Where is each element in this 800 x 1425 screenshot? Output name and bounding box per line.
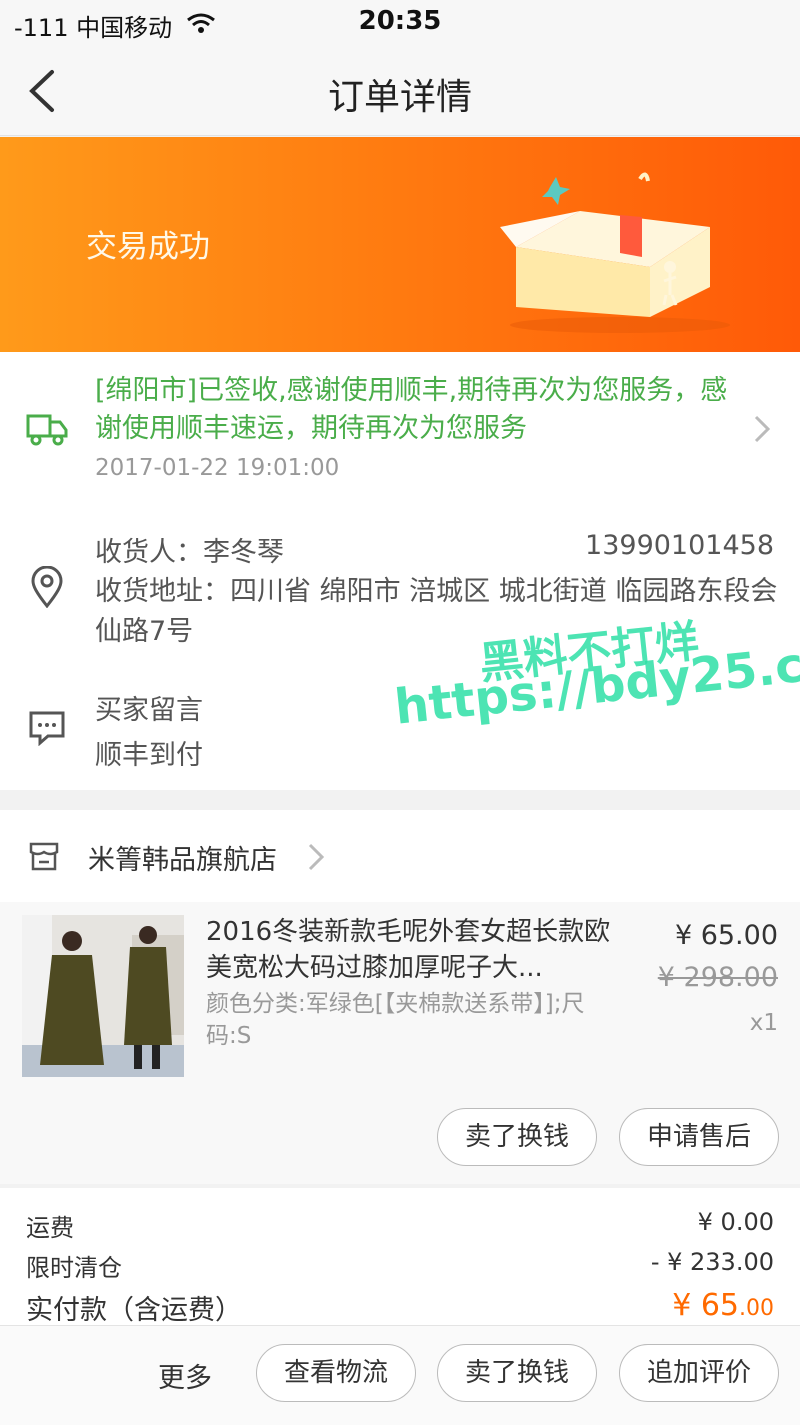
paid-value-cents: .00	[739, 1296, 774, 1321]
package-box-illustration	[500, 172, 730, 333]
product-photo	[22, 915, 184, 1077]
logistics-card[interactable]: [绵阳市]已签收,感谢使用顺丰,期待再次为您服务，感谢使用顺丰速运，期待再次为您…	[0, 352, 800, 506]
store-name: 米箐韩品旗航店	[88, 845, 277, 876]
discount-value: - ¥ 233.00	[650, 1248, 774, 1276]
discount-label: 限时清仓	[26, 1254, 122, 1282]
clock: 20:35	[358, 6, 442, 36]
add-review-button[interactable]: 追加评价	[619, 1344, 779, 1402]
logistics-time: 2017-01-22 19:01:00	[95, 455, 340, 481]
location-pin-icon	[31, 566, 63, 608]
product-item[interactable]: 2016冬装新款毛呢外套女超长款欧美宽松大码过膝加厚呢子大... 颜色分类:军绿…	[0, 902, 800, 1184]
payment-summary: 运费 ¥ 0.00 限时清仓 - ¥ 233.00 实付款（含运费） ¥ 65.…	[0, 1188, 800, 1326]
sell-for-cash-bottom-button[interactable]: 卖了换钱	[437, 1344, 597, 1402]
chevron-right-icon	[308, 843, 325, 871]
paid-value: ¥ 65.00	[672, 1288, 774, 1323]
logistics-message: [绵阳市]已签收,感谢使用顺丰,期待再次为您服务，感谢使用顺丰速运，期待再次为您…	[95, 375, 728, 444]
product-title: 2016冬装新款毛呢外套女超长款欧美宽松大码过膝加厚呢子大...	[206, 917, 611, 983]
product-thumbnail[interactable]	[22, 915, 184, 1077]
order-status-banner: 交易成功	[0, 137, 800, 352]
sell-for-cash-button[interactable]: 卖了换钱	[437, 1108, 597, 1166]
status-bar: -111 中国移动 20:35	[0, 0, 800, 46]
recipient-name: 收货人：李冬琴	[95, 537, 284, 568]
truck-icon	[26, 414, 68, 446]
nav-bar: 订单详情	[0, 46, 800, 136]
paid-label: 实付款（含运费）	[26, 1295, 242, 1326]
buyer-message-label: 买家留言	[95, 695, 203, 726]
paid-value-main: ¥ 65	[672, 1288, 739, 1323]
chevron-right-icon	[754, 415, 771, 443]
recipient-phone: 13990101458	[585, 530, 774, 561]
request-after-sales-button[interactable]: 申请售后	[619, 1108, 779, 1166]
view-logistics-button[interactable]: 查看物流	[256, 1344, 416, 1402]
buyer-message-value: 顺丰到付	[95, 740, 203, 771]
product-original-price: ¥ 298.00	[657, 962, 778, 993]
shipping-value: ¥ 0.00	[697, 1208, 774, 1236]
bottom-action-bar: 更多 查看物流 卖了换钱 追加评价	[0, 1325, 800, 1425]
product-price: ¥ 65.00	[674, 920, 778, 951]
shipping-label: 运费	[26, 1214, 74, 1242]
product-spec: 颜色分类:军绿色[【夹棉款送系带】];尺码:S	[206, 991, 585, 1049]
chat-bubble-icon	[29, 711, 65, 746]
shop-icon	[29, 842, 59, 871]
more-button[interactable]: 更多	[158, 1356, 212, 1395]
order-status-text: 交易成功	[86, 229, 210, 265]
product-quantity: x1	[749, 1010, 778, 1036]
page-title: 订单详情	[327, 77, 472, 118]
store-header[interactable]: 米箐韩品旗航店	[0, 810, 800, 902]
